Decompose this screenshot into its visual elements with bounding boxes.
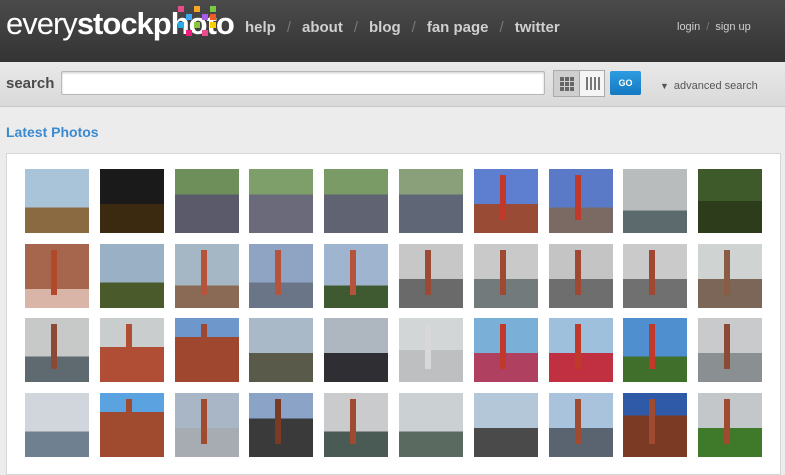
photo-detail [723,250,730,296]
photo-thumbnail[interactable] [698,318,762,382]
photo-thumbnail[interactable] [399,169,463,233]
photo-detail [349,250,356,296]
photo-thumbnail[interactable] [474,393,538,457]
list-view-icon[interactable] [580,71,604,96]
photo-thumbnail[interactable] [549,318,613,382]
photo-thumbnail[interactable] [698,169,762,233]
photo-detail [648,324,655,370]
signup-link[interactable]: sign up [715,21,750,33]
photo-detail [125,324,132,370]
photo-thumbnail[interactable] [698,393,762,457]
photo-thumbnail[interactable] [249,318,313,382]
top-header: everystockphoto help / about / blog / fan page… [0,0,785,62]
photo-detail [574,399,581,445]
photo-detail [424,324,431,370]
photo-thumbnail[interactable] [549,393,613,457]
photo-thumbnail[interactable] [549,169,613,233]
photo-thumbnail[interactable] [100,318,164,382]
photo-detail [274,399,281,445]
logo-text-every: every [6,6,78,41]
photo-thumbnail[interactable] [623,318,687,382]
photo-detail [200,324,207,370]
photo-thumbnail[interactable] [399,393,463,457]
photo-detail [723,399,730,445]
photo-detail [648,250,655,296]
logo-mosaic-icon [178,6,222,38]
section-title: Latest Photos [6,124,99,140]
photo-thumbnail[interactable] [25,393,89,457]
photo-grid [6,153,781,475]
grid-view-icon[interactable] [554,71,580,96]
advanced-search-label: advanced search [673,80,758,92]
photo-thumbnail[interactable] [25,244,89,308]
photo-thumbnail[interactable] [100,169,164,233]
arrow-down-icon: ▼ [660,81,669,91]
photo-thumbnail[interactable] [324,318,388,382]
login-link[interactable]: login [677,21,700,33]
view-toggle [553,70,605,97]
photo-thumbnail[interactable] [324,244,388,308]
nav-about-link[interactable]: about [302,19,343,36]
photo-thumbnail[interactable] [324,169,388,233]
photo-thumbnail[interactable] [623,393,687,457]
photo-detail [274,250,281,296]
nav-separator: / [499,19,504,36]
nav-twitter-link[interactable]: twitter [515,19,560,36]
photo-detail [50,324,57,370]
photo-detail [499,250,506,296]
nav-separator: / [353,19,359,36]
photo-thumbnail[interactable] [249,169,313,233]
photo-detail [574,250,581,296]
photo-detail [200,399,207,445]
photo-thumbnail[interactable] [474,318,538,382]
auth-links: login / sign up [677,21,751,33]
photo-thumbnail[interactable] [623,244,687,308]
photo-thumbnail[interactable] [25,169,89,233]
photo-thumbnail[interactable] [175,393,239,457]
photo-detail [125,399,132,445]
photo-detail [200,250,207,296]
photo-thumbnail[interactable] [324,393,388,457]
search-label: search [6,75,55,92]
search-input[interactable] [61,71,545,95]
photo-detail [349,399,356,445]
photo-thumbnail[interactable] [698,244,762,308]
main-nav: help / about / blog / fan page / twitter [245,19,560,36]
photo-thumbnail[interactable] [249,244,313,308]
photo-detail [50,250,57,296]
photo-thumbnail[interactable] [100,393,164,457]
photo-thumbnail[interactable] [399,244,463,308]
nav-fan-page-link[interactable]: fan page [427,19,489,36]
search-bar: search GO ▼ advanced search [0,62,785,107]
photo-thumbnail[interactable] [175,244,239,308]
photo-thumbnail[interactable] [25,318,89,382]
photo-thumbnail[interactable] [399,318,463,382]
go-button[interactable]: GO [610,71,641,95]
nav-help-link[interactable]: help [245,19,276,36]
photo-thumbnail[interactable] [474,244,538,308]
photo-thumbnail[interactable] [100,244,164,308]
photo-thumbnail[interactable] [249,393,313,457]
photo-detail [424,250,431,296]
photo-thumbnail[interactable] [474,169,538,233]
photo-thumbnail[interactable] [549,244,613,308]
auth-separator: / [706,21,710,33]
photo-detail [499,175,506,221]
nav-separator: / [411,19,416,36]
photo-detail [499,324,506,370]
photo-thumbnail[interactable] [623,169,687,233]
nav-separator: / [286,19,292,36]
photo-detail [574,324,581,370]
photo-thumbnail[interactable] [175,318,239,382]
photo-detail [574,175,581,221]
nav-blog-link[interactable]: blog [369,19,401,36]
photo-detail [648,399,655,445]
photo-thumbnail[interactable] [175,169,239,233]
photo-detail [723,324,730,370]
advanced-search-link[interactable]: ▼ advanced search [660,80,758,92]
